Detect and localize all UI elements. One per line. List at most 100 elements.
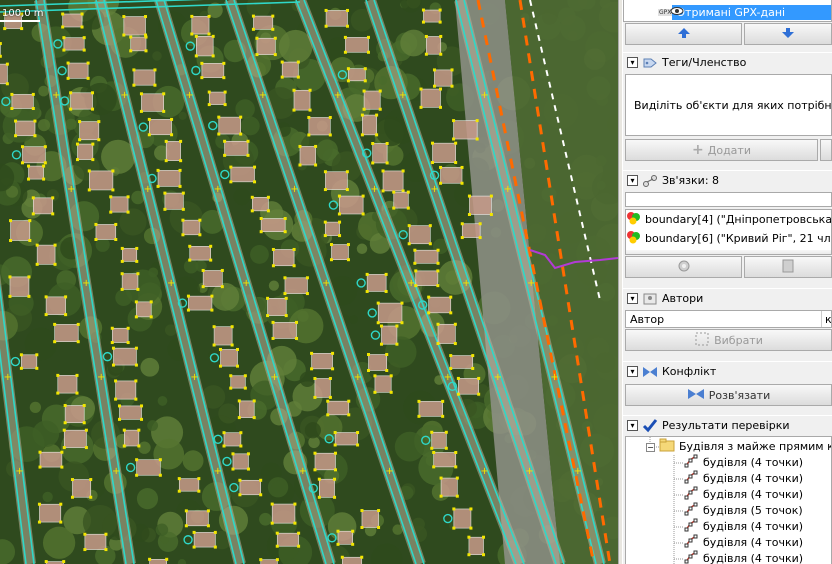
building [223, 432, 242, 447]
collapse-icon[interactable]: ▾ [627, 420, 638, 431]
building [45, 296, 66, 315]
building [79, 121, 100, 141]
relation-icon [642, 174, 658, 188]
tags-panel-header[interactable]: ▾ Теги/Членство [623, 52, 832, 72]
building [141, 93, 165, 112]
select-authors-button[interactable]: Вибрати [625, 329, 832, 351]
eye-icon[interactable] [670, 6, 684, 16]
validation-item[interactable]: будівля (5 точок) [684, 502, 803, 519]
conflict-icon [642, 365, 658, 379]
collapse-icon[interactable]: ▾ [627, 175, 638, 186]
address-node [191, 65, 201, 76]
way-midpoint: + [259, 90, 267, 101]
building [469, 195, 492, 215]
building [218, 116, 241, 135]
way-midpoint: + [354, 372, 362, 383]
edit-icon [780, 258, 796, 277]
building [260, 559, 278, 564]
conflict-panel-header[interactable]: ▾ Конфлікт [623, 361, 832, 381]
building [325, 171, 348, 190]
relation-item-label: boundary[6] ("Кривий Ріг", 21 член, н [645, 232, 831, 245]
relations-panel-header[interactable]: ▾ Зв'язки: 8 [623, 170, 832, 190]
validation-item[interactable]: будівля (4 точки) [684, 486, 803, 503]
layer-row-gpx[interactable]: GPX Отримані GPX-дані [658, 5, 831, 20]
building [468, 536, 484, 556]
building [191, 16, 210, 35]
add-tag-button[interactable]: + Додати [625, 139, 818, 161]
authors-panel-header[interactable]: ▾ Автори [623, 288, 832, 308]
collapse-icon[interactable]: ▾ [627, 293, 638, 304]
address-node [102, 351, 113, 362]
way-midpoint: + [334, 90, 342, 101]
collapse-icon[interactable]: ▾ [627, 366, 638, 377]
way-midpoint: + [574, 466, 582, 477]
way-midpoint: + [462, 278, 470, 289]
way-midpoint: + [82, 278, 90, 289]
way-midpoint: + [370, 184, 378, 195]
building [342, 556, 363, 564]
validation-panel-header[interactable]: ▾ Результати перевірки [623, 415, 832, 435]
building [188, 295, 213, 311]
authors-table: Автор к [625, 310, 832, 328]
layers-panel: GPX Отримані GPX-дані [623, 0, 832, 46]
relation-edit-button[interactable] [744, 256, 832, 278]
building [115, 380, 137, 400]
way-midpoint: + [270, 372, 278, 383]
author-column-header-2[interactable]: к [825, 311, 831, 327]
building [70, 92, 93, 110]
authors-panel-title: Автори [662, 292, 704, 305]
building [251, 196, 269, 212]
building [339, 195, 364, 215]
building [431, 431, 447, 449]
building [57, 375, 78, 394]
validation-item[interactable]: будівля (4 точки) [684, 534, 803, 551]
validation-group[interactable]: − Будівля з майже прямим кутом [646, 438, 831, 455]
move-down-button[interactable] [744, 23, 832, 45]
relation-add-button[interactable] [625, 256, 742, 278]
building [325, 10, 348, 27]
building [63, 37, 85, 51]
building [423, 9, 441, 23]
building [434, 69, 453, 87]
arrow-down-icon [781, 27, 795, 42]
building [273, 249, 295, 267]
building [28, 165, 44, 180]
way-midpoint: + [504, 184, 512, 195]
building [62, 13, 83, 28]
map-view[interactable]: ++++++++++++++++++++++++++++++++++++++++… [0, 0, 618, 564]
resolve-icon [687, 387, 705, 404]
way-midpoint: + [444, 372, 452, 383]
collapse-icon[interactable]: ▾ [627, 57, 638, 68]
building [428, 296, 452, 314]
relation-item[interactable]: boundary[4] ("Дніпропетровська обла [626, 212, 831, 227]
building [15, 120, 36, 137]
building [123, 16, 146, 36]
tags-extra-button[interactable] [820, 139, 832, 161]
tags-hint: Виділіть об'єкти для яких потрібно змі [634, 99, 832, 112]
building [368, 354, 388, 371]
building [238, 400, 255, 418]
building [440, 167, 463, 184]
validation-item[interactable]: будівля (4 точки) [684, 518, 803, 535]
building [260, 218, 286, 233]
conflict-panel-title: Конфлікт [662, 365, 717, 378]
resolve-button[interactable]: Розв'язати [625, 384, 832, 406]
building [202, 270, 223, 287]
author-column-header[interactable]: Автор [626, 311, 822, 327]
building [345, 37, 369, 53]
move-up-button[interactable] [625, 23, 742, 45]
map-canvas[interactable]: ++++++++++++++++++++++++++++++++++++++++ [0, 0, 618, 564]
building [337, 530, 353, 545]
validation-item[interactable]: будівля (4 точки) [684, 454, 803, 471]
building [415, 270, 439, 286]
building [64, 405, 85, 424]
building [374, 375, 392, 393]
building [195, 36, 214, 57]
tag-icon [642, 56, 658, 70]
collapse-node-icon[interactable]: − [646, 442, 655, 452]
building [362, 114, 377, 136]
relation-item[interactable]: boundary[6] ("Кривий Ріг", 21 член, н [626, 231, 831, 246]
validation-item[interactable]: будівля (4 точки) [684, 550, 803, 564]
validation-item[interactable]: будівля (4 точки) [684, 470, 804, 487]
validation-item-label: будівля (4 точки) [703, 472, 804, 485]
